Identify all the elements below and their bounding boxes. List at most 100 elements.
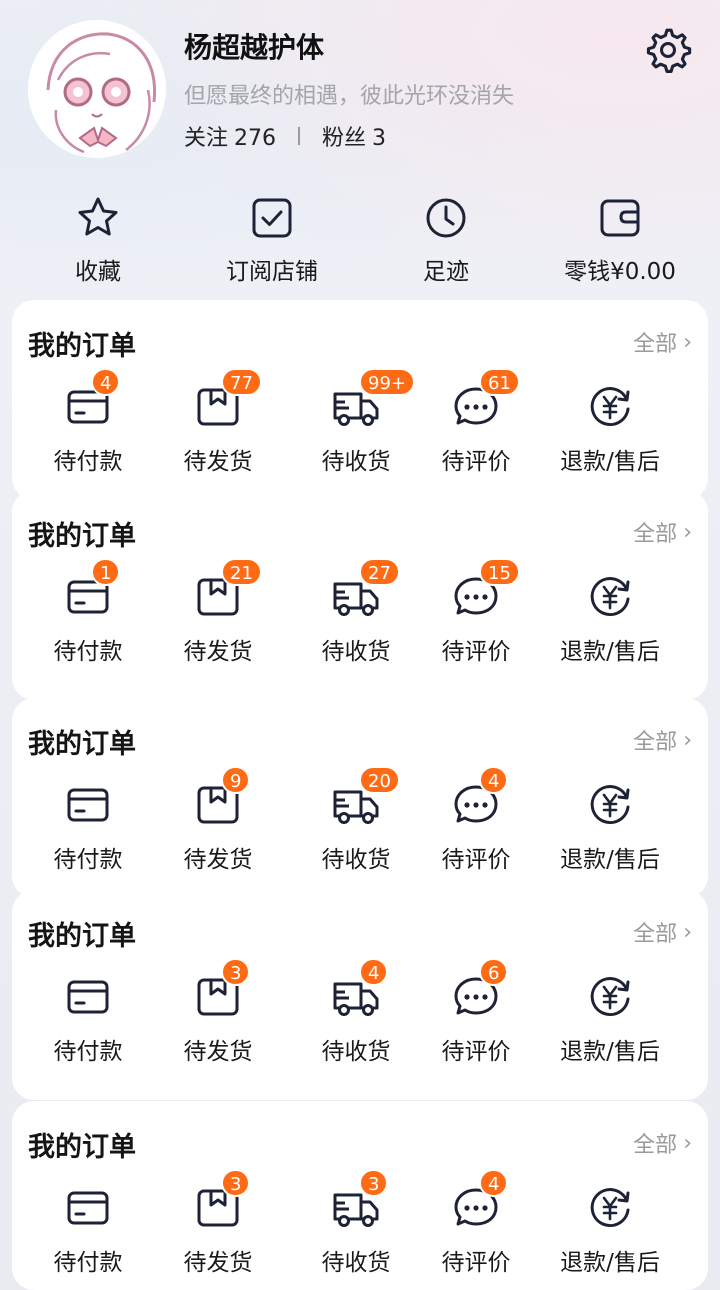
view-all-orders-link[interactable]: 全部 › bbox=[633, 916, 692, 948]
count-badge: 4 bbox=[479, 1169, 509, 1197]
wallet-button[interactable]: 零钱¥0.00 bbox=[530, 194, 710, 286]
order-to-ship-button[interactable]: 3 待发货 bbox=[156, 1169, 280, 1277]
refund-icon bbox=[590, 1188, 630, 1228]
chevron-right-icon: › bbox=[683, 329, 692, 355]
order-pending-payment-button[interactable]: 待付款 bbox=[26, 780, 150, 874]
order-refund-after-sale-button[interactable]: 退款/售后 bbox=[548, 780, 672, 874]
order-to-review-button[interactable]: 4 待评价 bbox=[414, 1169, 538, 1277]
order-to-receive-button[interactable]: 4 待收货 bbox=[294, 958, 418, 1066]
order-card-title: 我的订单 bbox=[28, 921, 136, 952]
count-badge: 4 bbox=[91, 368, 121, 396]
order-card-title: 我的订单 bbox=[28, 729, 136, 760]
order-status-label: 待发货 bbox=[183, 449, 253, 475]
wallet-icon bbox=[600, 199, 640, 237]
checkbox-icon bbox=[252, 198, 292, 238]
order-to-receive-button[interactable]: 99+ 待收货 bbox=[294, 368, 418, 476]
order-to-receive-button[interactable]: 3 待收货 bbox=[294, 1169, 418, 1277]
order-status-label: 待评价 bbox=[441, 639, 511, 665]
subscribed-shops-label: 订阅店铺 bbox=[226, 259, 318, 285]
chevron-right-icon: › bbox=[683, 1130, 692, 1156]
settings-button[interactable] bbox=[644, 26, 692, 74]
following-count: 276 bbox=[234, 126, 277, 151]
order-card-title: 我的订单 bbox=[28, 521, 136, 552]
order-to-review-button[interactable]: 61 待评价 bbox=[414, 368, 538, 476]
avatar-illustration bbox=[28, 20, 166, 158]
order-to-review-button[interactable]: 4 待评价 bbox=[414, 766, 538, 874]
order-status-label: 退款/售后 bbox=[560, 1039, 660, 1065]
count-badge: 99+ bbox=[359, 368, 415, 396]
order-refund-after-sale-button[interactable]: 退款/售后 bbox=[548, 382, 672, 476]
order-status-label: 待收货 bbox=[321, 847, 391, 873]
favorites-button[interactable]: 收藏 bbox=[8, 194, 188, 286]
order-card: 我的订单 全部 › 待付款 3 待发货 4 待收货 6 待评价 退款/售后 bbox=[12, 890, 708, 1100]
following-stat[interactable]: 关注 276 bbox=[184, 120, 276, 152]
order-status-label: 待收货 bbox=[321, 1039, 391, 1065]
avatar[interactable] bbox=[28, 20, 166, 158]
quick-actions: 收藏 订阅店铺 足迹 零钱¥0.00 bbox=[0, 194, 720, 294]
order-pending-payment-button[interactable]: 待付款 bbox=[26, 1183, 150, 1277]
view-all-orders-link[interactable]: 全部 › bbox=[633, 1127, 692, 1159]
order-status-label: 待付款 bbox=[53, 449, 123, 475]
followers-count: 3 bbox=[372, 126, 387, 151]
order-to-receive-button[interactable]: 27 待收货 bbox=[294, 558, 418, 666]
order-status-label: 退款/售后 bbox=[560, 449, 660, 475]
order-status-label: 待付款 bbox=[53, 1250, 123, 1276]
card-icon bbox=[67, 980, 109, 1014]
footprints-button[interactable]: 足迹 bbox=[356, 194, 536, 286]
order-status-label: 待收货 bbox=[321, 1250, 391, 1276]
view-all-orders-link[interactable]: 全部 › bbox=[633, 326, 692, 358]
order-status-label: 退款/售后 bbox=[560, 639, 660, 665]
order-to-review-button[interactable]: 6 待评价 bbox=[414, 958, 538, 1066]
stats-divider bbox=[298, 127, 301, 145]
order-refund-after-sale-button[interactable]: 退款/售后 bbox=[548, 572, 672, 666]
order-to-ship-button[interactable]: 9 待发货 bbox=[156, 766, 280, 874]
count-badge: 4 bbox=[479, 766, 509, 794]
count-badge: 15 bbox=[479, 558, 520, 586]
user-bio: 但愿最终的相遇，彼此光环没消失 bbox=[184, 84, 515, 109]
order-status-label: 待付款 bbox=[53, 847, 123, 873]
order-to-receive-button[interactable]: 20 待收货 bbox=[294, 766, 418, 874]
order-status-label: 退款/售后 bbox=[560, 847, 660, 873]
view-all-label: 全部 bbox=[633, 1133, 678, 1158]
order-to-review-button[interactable]: 15 待评价 bbox=[414, 558, 538, 666]
view-all-orders-link[interactable]: 全部 › bbox=[633, 724, 692, 756]
order-card: 我的订单 全部 › 1 待付款 21 待发货 27 待收货 15 待评价 退款/售后 bbox=[12, 490, 708, 700]
order-to-ship-button[interactable]: 21 待发货 bbox=[156, 558, 280, 666]
wallet-label: 零钱¥0.00 bbox=[564, 259, 676, 285]
order-refund-after-sale-button[interactable]: 退款/售后 bbox=[548, 1183, 672, 1277]
view-all-orders-link[interactable]: 全部 › bbox=[633, 516, 692, 548]
order-status-label: 待评价 bbox=[441, 449, 511, 475]
chevron-right-icon: › bbox=[683, 519, 692, 545]
order-pending-payment-button[interactable]: 4 待付款 bbox=[26, 368, 150, 476]
count-badge: 3 bbox=[221, 1169, 251, 1197]
card-icon bbox=[67, 788, 109, 822]
chevron-right-icon: › bbox=[683, 727, 692, 753]
order-pending-payment-button[interactable]: 待付款 bbox=[26, 972, 150, 1066]
order-card-title: 我的订单 bbox=[28, 1132, 136, 1163]
count-badge: 20 bbox=[359, 766, 400, 794]
order-status-label: 待付款 bbox=[53, 639, 123, 665]
refund-icon bbox=[590, 977, 630, 1017]
count-badge: 3 bbox=[221, 958, 251, 986]
order-card-title: 我的订单 bbox=[28, 331, 136, 362]
order-status-label: 待评价 bbox=[441, 1039, 511, 1065]
order-to-ship-button[interactable]: 77 待发货 bbox=[156, 368, 280, 476]
gear-icon bbox=[646, 28, 692, 73]
order-status-label: 待发货 bbox=[183, 1250, 253, 1276]
order-refund-after-sale-button[interactable]: 退款/售后 bbox=[548, 972, 672, 1066]
subscribed-shops-button[interactable]: 订阅店铺 bbox=[182, 194, 362, 286]
count-badge: 1 bbox=[91, 558, 121, 586]
count-badge: 3 bbox=[359, 1169, 389, 1197]
order-to-ship-button[interactable]: 3 待发货 bbox=[156, 958, 280, 1066]
order-status-label: 待评价 bbox=[441, 1250, 511, 1276]
order-card: 我的订单 全部 › 待付款 9 待发货 20 待收货 4 待评价 退款/售后 bbox=[12, 698, 708, 898]
order-status-label: 待发货 bbox=[183, 639, 253, 665]
star-icon bbox=[78, 197, 118, 236]
order-status-label: 待评价 bbox=[441, 847, 511, 873]
view-all-label: 全部 bbox=[633, 332, 678, 357]
view-all-label: 全部 bbox=[633, 730, 678, 755]
followers-stat[interactable]: 粉丝 3 bbox=[322, 120, 386, 152]
count-badge: 21 bbox=[221, 558, 262, 586]
order-pending-payment-button[interactable]: 1 待付款 bbox=[26, 558, 150, 666]
refund-icon bbox=[590, 387, 630, 427]
